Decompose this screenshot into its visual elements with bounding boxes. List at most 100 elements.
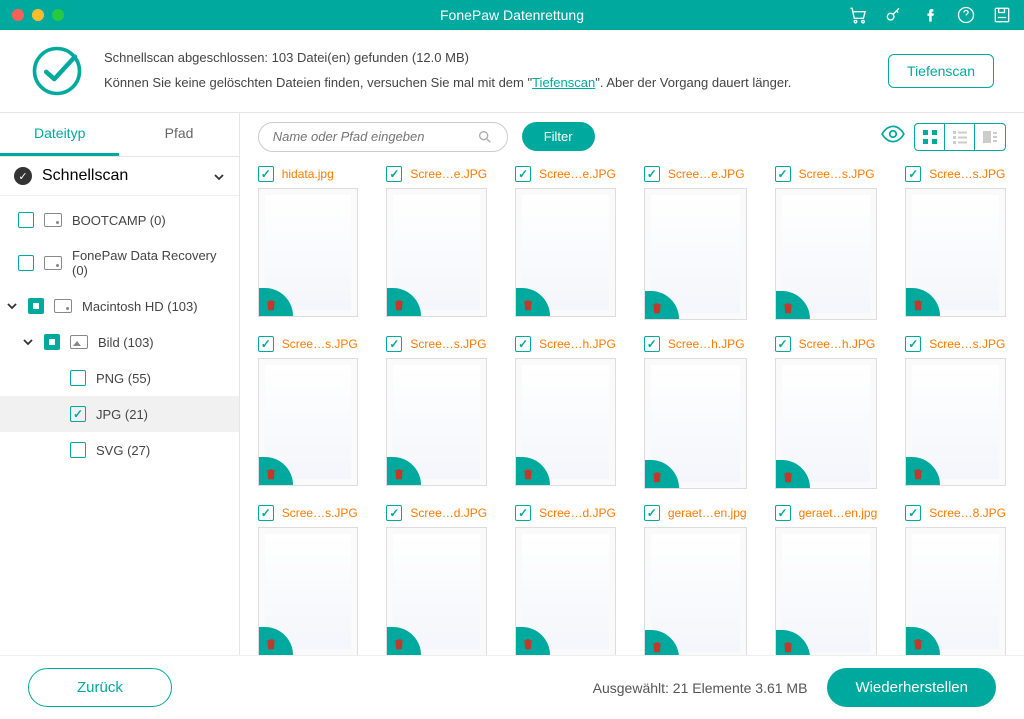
file-thumbnail[interactable] [515,188,616,317]
facebook-icon[interactable] [920,5,940,25]
view-grid-button[interactable] [915,124,945,150]
file-checkbox[interactable] [386,505,402,521]
file-thumbnail[interactable] [775,527,878,655]
deep-scan-button[interactable]: Tiefenscan [888,54,994,88]
maximize-window-button[interactable] [52,9,64,21]
file-item[interactable]: Scree…s.JPG [258,336,359,490]
scan-type-row[interactable]: ✓ Schnellscan [0,157,239,196]
save-icon[interactable] [992,5,1012,25]
file-thumbnail[interactable] [644,188,747,320]
preview-icon[interactable] [880,121,906,152]
file-item[interactable]: Scree…d.JPG [386,505,487,655]
type-jpg[interactable]: JPG (21) [0,396,239,432]
file-item[interactable]: Scree…s.JPG [386,336,487,490]
deep-scan-link[interactable]: Tiefenscan [532,75,595,90]
checkbox[interactable] [70,442,86,458]
file-thumbnail[interactable] [258,527,359,655]
checkbox-partial[interactable] [28,298,44,314]
drive-bootcamp[interactable]: BOOTCAMP (0) [0,202,239,238]
file-checkbox[interactable] [258,336,274,352]
file-name: Scree…s.JPG [282,506,358,520]
file-thumbnail[interactable] [775,358,878,490]
file-thumbnail[interactable] [515,527,616,655]
file-checkbox[interactable] [644,336,660,352]
file-checkbox[interactable] [775,166,791,182]
file-thumbnail[interactable] [515,358,616,487]
checkbox[interactable] [70,370,86,386]
file-thumbnail[interactable] [386,358,487,487]
file-checkbox[interactable] [644,505,660,521]
file-item[interactable]: Scree…h.JPG [515,336,616,490]
tab-filetype[interactable]: Dateityp [0,113,119,156]
file-checkbox[interactable] [258,505,274,521]
check-circle-icon: ✓ [14,167,32,185]
file-item[interactable]: Scree…e.JPG [386,166,487,320]
drive-icon [44,256,62,270]
help-icon[interactable] [956,5,976,25]
checkbox[interactable] [18,255,34,271]
file-item[interactable]: Scree…h.JPG [644,336,747,490]
file-thumbnail[interactable] [644,527,747,655]
checkbox[interactable] [18,212,34,228]
key-icon[interactable] [884,5,904,25]
file-item[interactable]: Scree…s.JPG [905,166,1006,320]
file-name: Scree…s.JPG [410,337,486,351]
cart-icon[interactable] [848,5,868,25]
file-checkbox[interactable] [644,166,660,182]
type-png[interactable]: PNG (55) [0,360,239,396]
tab-path[interactable]: Pfad [119,113,238,156]
search-box[interactable] [258,122,508,152]
file-item[interactable]: Scree…s.JPG [258,505,359,655]
drive-macintosh[interactable]: Macintosh HD (103) [0,288,239,324]
file-checkbox[interactable] [515,166,531,182]
file-item[interactable]: geraet…en.jpg [644,505,747,655]
file-checkbox[interactable] [775,336,791,352]
file-item[interactable]: Scree…e.JPG [515,166,616,320]
close-window-button[interactable] [12,9,24,21]
file-checkbox[interactable] [515,336,531,352]
success-check-icon [30,44,84,98]
file-thumbnail[interactable] [386,527,487,655]
filter-button[interactable]: Filter [522,122,595,151]
file-item[interactable]: Scree…d.JPG [515,505,616,655]
file-thumbnail[interactable] [905,358,1006,487]
file-item[interactable]: hidata.jpg [258,166,359,320]
file-thumbnail[interactable] [644,358,747,490]
recover-button[interactable]: Wiederherstellen [827,668,996,707]
file-checkbox[interactable] [515,505,531,521]
status-banner: Schnellscan abgeschlossen: 103 Datei(en)… [0,30,1024,113]
file-item[interactable]: Scree…e.JPG [644,166,747,320]
file-thumbnail[interactable] [258,358,359,487]
checkbox-partial[interactable] [44,334,60,350]
file-thumbnail[interactable] [386,188,487,317]
scan-label: Schnellscan [42,167,128,185]
file-checkbox[interactable] [386,166,402,182]
file-checkbox[interactable] [258,166,274,182]
file-item[interactable]: Scree…h.JPG [775,336,878,490]
file-checkbox[interactable] [905,505,921,521]
type-svg[interactable]: SVG (27) [0,432,239,468]
file-item[interactable]: Scree…s.JPG [775,166,878,320]
view-list-button[interactable] [945,124,975,150]
back-button[interactable]: Zurück [28,668,172,707]
file-checkbox[interactable] [386,336,402,352]
search-input[interactable] [273,129,477,144]
file-item[interactable]: geraet…en.jpg [775,505,878,655]
drive-fonepaw[interactable]: FonePaw Data Recovery (0) [0,238,239,288]
file-checkbox[interactable] [905,166,921,182]
checkbox-checked[interactable] [70,406,86,422]
file-name: Scree…8.JPG [929,506,1006,520]
file-checkbox[interactable] [775,505,791,521]
file-thumbnail[interactable] [258,188,359,317]
toolbar: Filter [240,113,1024,160]
minimize-window-button[interactable] [32,9,44,21]
view-detail-button[interactable] [975,124,1005,150]
file-thumbnail[interactable] [905,527,1006,655]
file-item[interactable]: Scree…8.JPG [905,505,1006,655]
category-bild[interactable]: Bild (103) [0,324,239,360]
file-checkbox[interactable] [905,336,921,352]
file-item[interactable]: Scree…s.JPG [905,336,1006,490]
drive-icon [44,213,62,227]
file-thumbnail[interactable] [905,188,1006,317]
file-thumbnail[interactable] [775,188,878,320]
